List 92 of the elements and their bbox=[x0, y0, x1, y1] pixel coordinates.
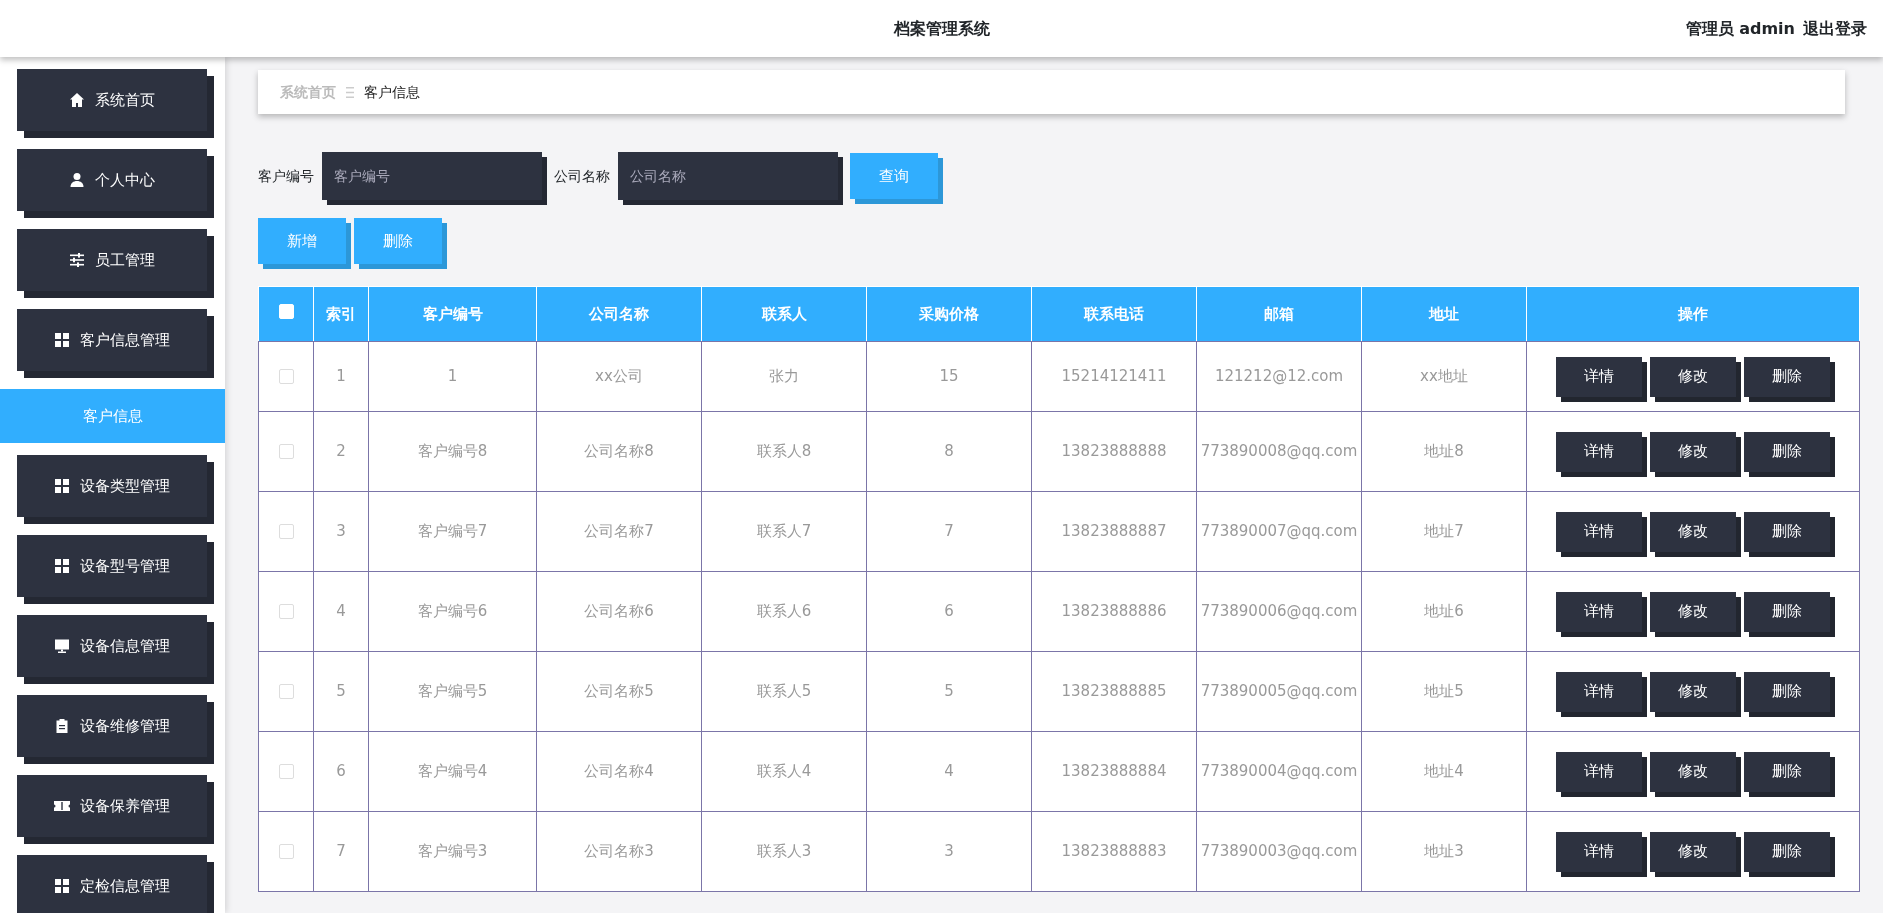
app-title: 档案管理系统 bbox=[893, 18, 990, 38]
row-checkbox[interactable] bbox=[278, 524, 294, 540]
table-cell: 6 bbox=[313, 731, 369, 812]
monitor-icon bbox=[54, 638, 70, 654]
table-cell: 7 bbox=[313, 811, 369, 892]
table-cell: 客户编号3 bbox=[368, 811, 537, 892]
clipboard-icon bbox=[54, 718, 70, 734]
table-cell: 地址7 bbox=[1361, 491, 1527, 572]
table-cell: 公司名称8 bbox=[536, 411, 702, 492]
table-cell: 1 bbox=[368, 341, 537, 412]
ticket-icon bbox=[54, 798, 70, 814]
column-header: 地址 bbox=[1361, 286, 1527, 342]
breadcrumb-item: 客户信息 bbox=[364, 82, 420, 102]
table-cell: 公司名称3 bbox=[536, 811, 702, 892]
table-cell: 联系人6 bbox=[701, 571, 867, 652]
table-cell: 13823888883 bbox=[1031, 811, 1197, 892]
table-cell: 13823888885 bbox=[1031, 651, 1197, 732]
table-cell: 联系人5 bbox=[701, 651, 867, 732]
column-header: 客户编号 bbox=[368, 286, 537, 342]
table-cell: 15 bbox=[866, 341, 1032, 412]
grid-icon bbox=[54, 558, 70, 574]
table-cell: 6 bbox=[866, 571, 1032, 652]
table-cell: 公司名称5 bbox=[536, 651, 702, 732]
table-cell: xx公司 bbox=[536, 341, 702, 412]
table-cell: 1 bbox=[313, 341, 369, 412]
table-cell: 7 bbox=[866, 491, 1032, 572]
table-cell: 客户编号6 bbox=[368, 571, 537, 652]
row-checkbox[interactable] bbox=[278, 444, 294, 460]
table-cell: 地址8 bbox=[1361, 411, 1527, 492]
table-cell: 联系人7 bbox=[701, 491, 867, 572]
row-checkbox[interactable] bbox=[278, 844, 294, 860]
grid-icon bbox=[54, 332, 70, 348]
table-cell: 地址5 bbox=[1361, 651, 1527, 732]
home-icon bbox=[69, 92, 85, 108]
table-cell: 8 bbox=[866, 411, 1032, 492]
table-cell: 2 bbox=[313, 411, 369, 492]
table-cell: 773890007@qq.com bbox=[1196, 491, 1362, 572]
table-cell: 15214121411 bbox=[1031, 341, 1197, 412]
table-cell: 5 bbox=[866, 651, 1032, 732]
column-header: 联系电话 bbox=[1031, 286, 1197, 342]
column-header: 采购价格 bbox=[866, 286, 1032, 342]
user-icon bbox=[69, 172, 85, 188]
table-cell: 13823888887 bbox=[1031, 491, 1197, 572]
table-cell: 4 bbox=[866, 731, 1032, 812]
field-label: 公司名称 bbox=[554, 166, 610, 186]
search-field[interactable]: 客户编号 bbox=[322, 152, 542, 200]
table-cell: 121212@12.com bbox=[1196, 341, 1362, 412]
table-cell: 773890006@qq.com bbox=[1196, 571, 1362, 652]
row-checkbox[interactable] bbox=[278, 604, 294, 620]
table-cell: 地址3 bbox=[1361, 811, 1527, 892]
table-cell: 3 bbox=[313, 491, 369, 572]
table-cell: 公司名称4 bbox=[536, 731, 702, 812]
table-cell: 13823888884 bbox=[1031, 731, 1197, 812]
row-checkbox[interactable] bbox=[278, 684, 294, 700]
search-field[interactable]: 公司名称 bbox=[618, 152, 838, 200]
column-header: 索引 bbox=[313, 286, 369, 342]
field-label: 客户编号 bbox=[258, 166, 314, 186]
table-cell: 地址4 bbox=[1361, 731, 1527, 812]
table-cell: 13823888888 bbox=[1031, 411, 1197, 492]
table-cell: 联系人4 bbox=[701, 731, 867, 812]
table-cell: 773890004@qq.com bbox=[1196, 731, 1362, 812]
table-cell: 联系人3 bbox=[701, 811, 867, 892]
column-header: 公司名称 bbox=[536, 286, 702, 342]
row-checkbox[interactable] bbox=[278, 369, 294, 385]
table-cell: 客户编号7 bbox=[368, 491, 537, 572]
row-checkbox[interactable] bbox=[278, 764, 294, 780]
table-cell: 13823888886 bbox=[1031, 571, 1197, 652]
table-cell: 公司名称7 bbox=[536, 491, 702, 572]
table-cell: 公司名称6 bbox=[536, 571, 702, 652]
column-header: 邮箱 bbox=[1196, 286, 1362, 342]
column-header: 联系人 bbox=[701, 286, 867, 342]
grid-icon bbox=[54, 478, 70, 494]
user-name: 管理员 admin bbox=[1685, 17, 1795, 40]
separator-icon bbox=[346, 86, 354, 98]
table-cell: 5 bbox=[313, 651, 369, 732]
table-cell: 773890008@qq.com bbox=[1196, 411, 1362, 492]
table-cell: 客户编号4 bbox=[368, 731, 537, 812]
logout-link[interactable]: 退出登录 bbox=[1803, 16, 1867, 41]
table-cell: 张力 bbox=[701, 341, 867, 412]
table-cell: 773890005@qq.com bbox=[1196, 651, 1362, 732]
table-cell: 联系人8 bbox=[701, 411, 867, 492]
table-cell: xx地址 bbox=[1361, 341, 1527, 412]
sliders-icon bbox=[69, 252, 85, 268]
column-header: 操作 bbox=[1526, 286, 1860, 342]
table-cell: 客户编号8 bbox=[368, 411, 537, 492]
table-cell: 4 bbox=[313, 571, 369, 652]
grid-icon bbox=[54, 878, 70, 894]
table-cell: 地址6 bbox=[1361, 571, 1527, 652]
select-all-checkbox[interactable] bbox=[278, 303, 294, 319]
table-cell: 3 bbox=[866, 811, 1032, 892]
table-cell: 客户编号5 bbox=[368, 651, 537, 732]
table-cell: 773890003@qq.com bbox=[1196, 811, 1362, 892]
